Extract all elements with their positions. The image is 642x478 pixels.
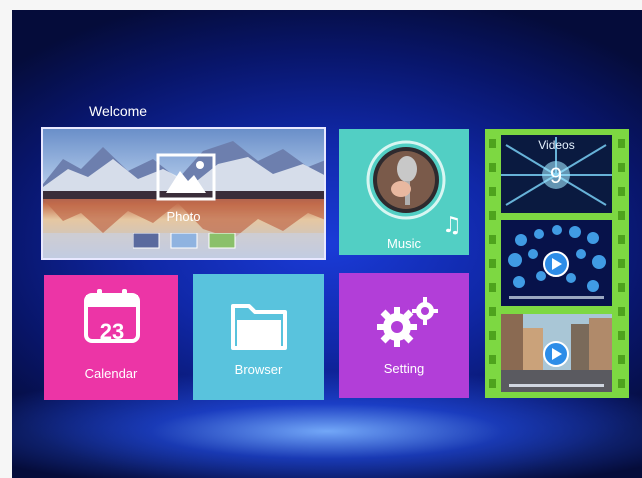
microphone-icon <box>366 140 446 220</box>
calendar-label: Calendar <box>84 366 138 381</box>
photo-label: Photo <box>166 209 201 224</box>
setting-tile[interactable]: Setting <box>339 273 469 398</box>
calendar-tile[interactable]: 23 Calendar <box>44 275 178 400</box>
photo-tile[interactable]: Photo <box>41 127 326 260</box>
video-thumbnail-2[interactable] <box>501 220 612 306</box>
photo-thumbnails <box>133 233 236 249</box>
calendar-day: 23 <box>99 319 125 344</box>
videos-tile[interactable]: Videos 9 <box>485 129 629 398</box>
mountain-photo-icon <box>156 153 216 201</box>
gear-icon <box>377 297 438 347</box>
media-home-screen: Welcome Photo ♫ Music Videos 9 23 Calend… <box>12 10 642 478</box>
music-label: Music <box>387 236 421 251</box>
browser-tile[interactable]: Browser <box>193 274 324 400</box>
video-countdown-number: 9 <box>550 163 562 188</box>
music-note-icon: ♫ <box>442 213 462 238</box>
welcome-title: Welcome <box>89 103 148 119</box>
music-tile[interactable]: ♫ Music <box>339 129 469 255</box>
videos-label: Videos <box>538 138 575 152</box>
screen-frame: Welcome Photo ♫ Music Videos 9 23 Calend… <box>0 0 642 478</box>
setting-label: Setting <box>383 361 425 376</box>
video-thumbnail-3[interactable] <box>501 314 612 392</box>
browser-label: Browser <box>234 362 283 377</box>
folder-icon <box>231 304 287 350</box>
